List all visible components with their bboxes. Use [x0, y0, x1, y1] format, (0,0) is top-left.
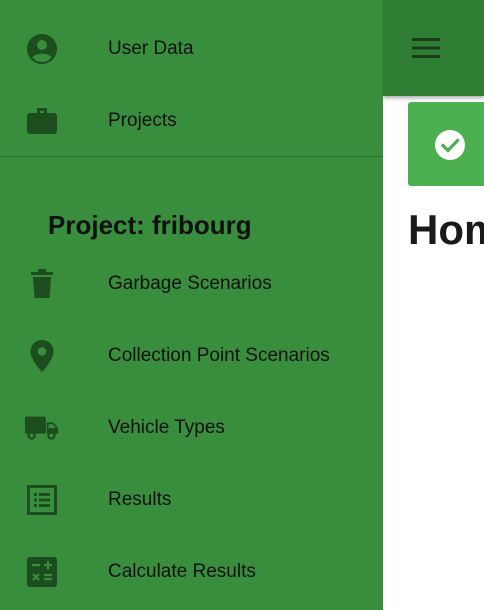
success-banner [408, 102, 484, 186]
nav-label-user-data: User Data [108, 38, 194, 59]
calculator-icon [25, 555, 59, 589]
trash-icon [25, 267, 59, 301]
nav-label-projects: Projects [108, 110, 177, 131]
truck-icon [25, 411, 59, 445]
list-icon [25, 483, 59, 517]
nav-label-garbage-scenarios: Garbage Scenarios [108, 273, 272, 294]
page-title: Hom [408, 206, 484, 253]
navigation-drawer: User Data Projects Project: fribourg Gar… [0, 0, 383, 610]
hamburger-menu-icon [412, 38, 440, 58]
app-bar [383, 0, 484, 96]
nav-item-calculate-results[interactable]: Calculate Results [0, 535, 383, 607]
nav-item-results[interactable]: Results [0, 463, 383, 535]
nav-label-calculate-results: Calculate Results [108, 561, 256, 582]
drawer-divider [0, 156, 383, 157]
nav-label-vehicle-types: Vehicle Types [108, 417, 225, 438]
nav-item-user-data[interactable]: User Data [0, 12, 383, 84]
account-circle-icon [25, 32, 59, 66]
nav-label-results: Results [108, 489, 172, 510]
nav-item-projects[interactable]: Projects [0, 84, 383, 156]
map-pin-icon [25, 339, 59, 373]
app-root: Hom User Data Projects Project: fribourg… [0, 0, 484, 610]
nav-item-collection-point-scenarios[interactable]: Collection Point Scenarios [0, 319, 383, 391]
check-circle-icon [435, 130, 465, 160]
briefcase-icon [25, 104, 59, 138]
project-section-header: Project: fribourg [48, 210, 252, 240]
nav-label-collection-point-scenarios: Collection Point Scenarios [108, 345, 330, 366]
nav-item-garbage-scenarios[interactable]: Garbage Scenarios [0, 247, 383, 319]
menu-button[interactable] [410, 33, 442, 63]
nav-item-vehicle-types[interactable]: Vehicle Types [0, 391, 383, 463]
